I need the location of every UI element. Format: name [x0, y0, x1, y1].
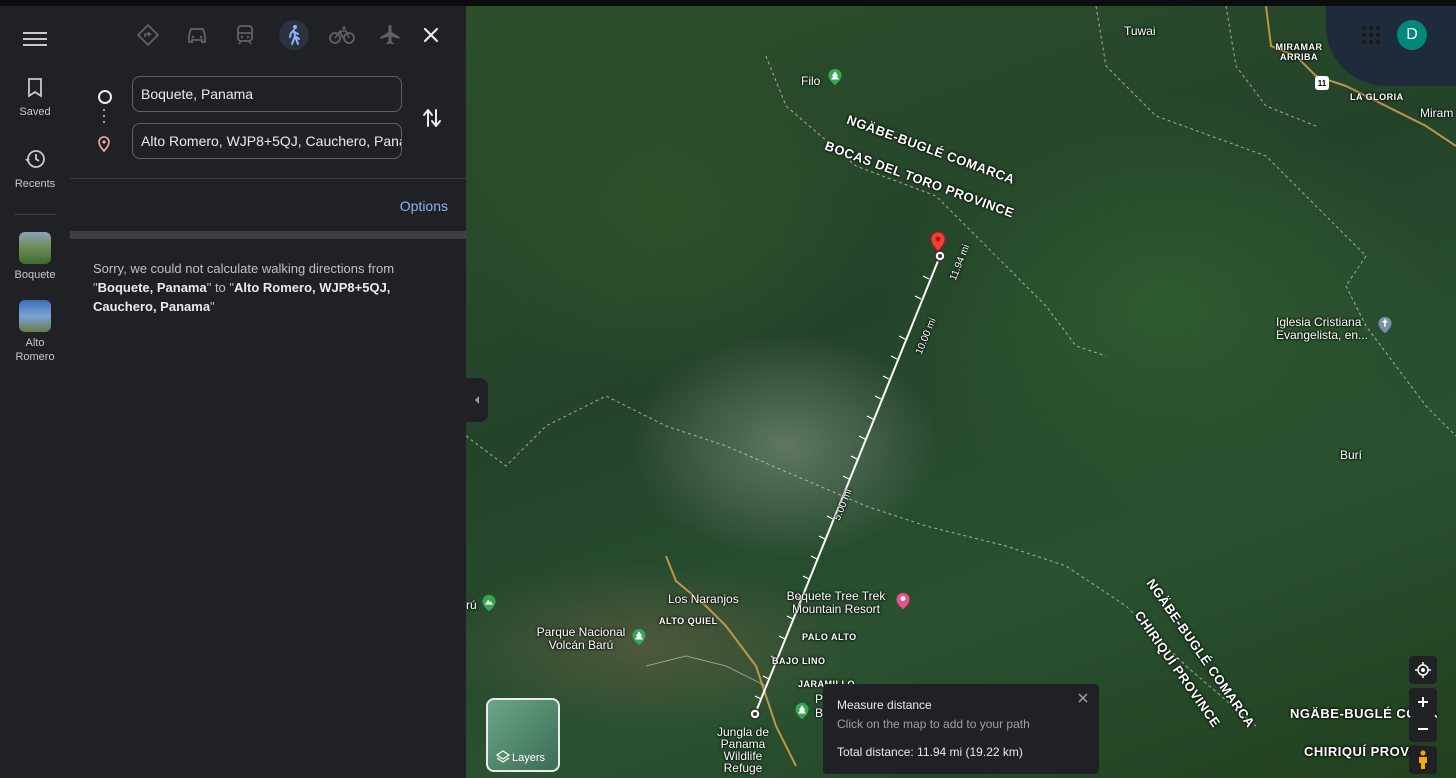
destination-input[interactable]: Alto Romero, WJP8+5QJ, Cauchero, Panama: [132, 123, 402, 159]
close-icon[interactable]: [1077, 692, 1089, 704]
place-label: Boquete: [14, 269, 56, 281]
recent-place-boquete[interactable]: Boquete: [0, 232, 70, 282]
label-jungla: Jungla de Panama Wildlife Refuge: [716, 725, 770, 775]
tab-transit[interactable]: [230, 20, 260, 50]
mountain-pin-icon[interactable]: [480, 594, 498, 612]
measure-hint: Click on the map to add to your path: [837, 717, 1030, 731]
layers-label: Layers: [512, 752, 546, 764]
road-number-badge: 11: [1315, 76, 1329, 90]
label-chiriqui-corner: CHIRIQUÍ PROVIN: [1304, 744, 1424, 759]
measure-total: Total distance: 11.94 mi (19.22 km): [837, 745, 1023, 759]
label-iglesia: Iglesia Cristiana Evangelista, en...: [1276, 315, 1369, 342]
bookmark-icon: [28, 78, 42, 98]
location-target-icon: [1415, 662, 1431, 678]
place-thumbnail: [19, 232, 51, 264]
error-suffix: ": [210, 299, 215, 314]
my-location-button[interactable]: [1409, 656, 1437, 684]
layers-button[interactable]: Layers: [486, 698, 560, 772]
label-parque: Parque Nacional Volcán Barú: [536, 625, 626, 652]
close-icon: [423, 27, 439, 43]
directions-panel: Boquete, Panama Alto Romero, WJP8+5QJ, C…: [70, 6, 466, 778]
rail-divider: [14, 214, 56, 215]
place-label: Alto Romero: [15, 337, 55, 363]
panel-divider: [70, 178, 466, 179]
map-overlays: [466, 6, 1456, 767]
resort-pin-icon[interactable]: [894, 592, 912, 610]
label-bajo-lino: BAJO LINO: [772, 656, 826, 666]
label-ru: rú: [466, 598, 477, 612]
saved-button[interactable]: Saved: [0, 78, 70, 119]
park-pin-icon[interactable]: [826, 68, 844, 86]
options-button[interactable]: Options: [400, 198, 448, 214]
label-miram: Miram: [1420, 106, 1454, 120]
zoom-in-button[interactable]: [1409, 688, 1437, 716]
label-tree-trek: Boquete Tree Trek Mountain Resort: [786, 589, 886, 616]
walking-icon: [289, 25, 300, 45]
park-pin-icon[interactable]: [630, 628, 648, 646]
zoom-out-button[interactable]: [1409, 716, 1437, 742]
recent-place-alto-romero[interactable]: Alto Romero: [0, 300, 70, 364]
origin-input[interactable]: Boquete, Panama: [132, 76, 402, 112]
tab-best-route[interactable]: [133, 20, 163, 50]
church-pin-icon[interactable]: [1376, 316, 1394, 334]
park-pin-icon[interactable]: [793, 702, 811, 720]
satellite-map[interactable]: 5.00 mi 10.00 mi 11.94 mi Tuwai MIRAMAR …: [466, 6, 1456, 778]
street-view-button[interactable]: [1409, 746, 1437, 774]
airplane-icon: [380, 25, 400, 45]
route-diamond-icon: [137, 24, 159, 46]
measure-title: Measure distance: [837, 698, 932, 712]
destination-pin-icon: [98, 136, 110, 152]
measure-distance-card: Measure distance Click on the map to add…: [823, 684, 1099, 774]
pegman-icon: [1419, 750, 1427, 769]
close-directions-button[interactable]: [420, 24, 442, 46]
error-mid: " to ": [206, 280, 235, 295]
label-tuwai: Tuwai: [1124, 24, 1156, 38]
tab-flights[interactable]: [375, 20, 405, 50]
label-b: B: [815, 706, 824, 720]
minus-icon: [1418, 728, 1428, 730]
collapse-panel-button[interactable]: [466, 378, 488, 422]
account-avatar[interactable]: D: [1397, 20, 1427, 50]
bicycle-icon: [329, 26, 355, 44]
origin-dot-icon: [98, 90, 112, 104]
label-alto-quiel: ALTO QUIEL: [659, 616, 718, 626]
label-miramar: MIRAMAR ARRIBA: [1275, 42, 1323, 62]
left-rail: Saved Recents Boquete Alto Romero: [0, 6, 71, 778]
chevron-left-icon: [475, 396, 479, 404]
recents-button[interactable]: Recents: [0, 148, 70, 191]
car-icon: [188, 28, 206, 43]
tab-cycling[interactable]: [327, 20, 357, 50]
saved-label: Saved: [19, 106, 51, 118]
label-la-gloria: LA GLORIA: [1350, 92, 1404, 102]
label-palo-alto: PALO ALTO: [802, 632, 857, 642]
plus-icon: [1418, 697, 1428, 707]
error-message: Sorry, we could not calculate walking di…: [93, 259, 433, 316]
error-origin: Boquete, Panama: [97, 280, 207, 295]
menu-icon[interactable]: [23, 28, 47, 48]
label-filo: Filo: [801, 74, 821, 88]
label-buri: Burí: [1340, 448, 1363, 462]
tab-walking[interactable]: [279, 20, 309, 50]
label-los-naranjos: Los Naranjos: [668, 592, 739, 606]
swap-icon[interactable]: [422, 106, 442, 130]
place-thumbnail: [19, 300, 51, 332]
label-p: P: [815, 692, 824, 706]
history-icon: [25, 150, 45, 168]
route-dots: [103, 109, 105, 127]
tab-driving[interactable]: [182, 20, 212, 50]
layers-icon: [496, 750, 510, 763]
train-icon: [237, 25, 253, 45]
section-band: [70, 231, 466, 239]
apps-grid-icon[interactable]: [1362, 26, 1380, 44]
recents-label: Recents: [14, 178, 56, 190]
